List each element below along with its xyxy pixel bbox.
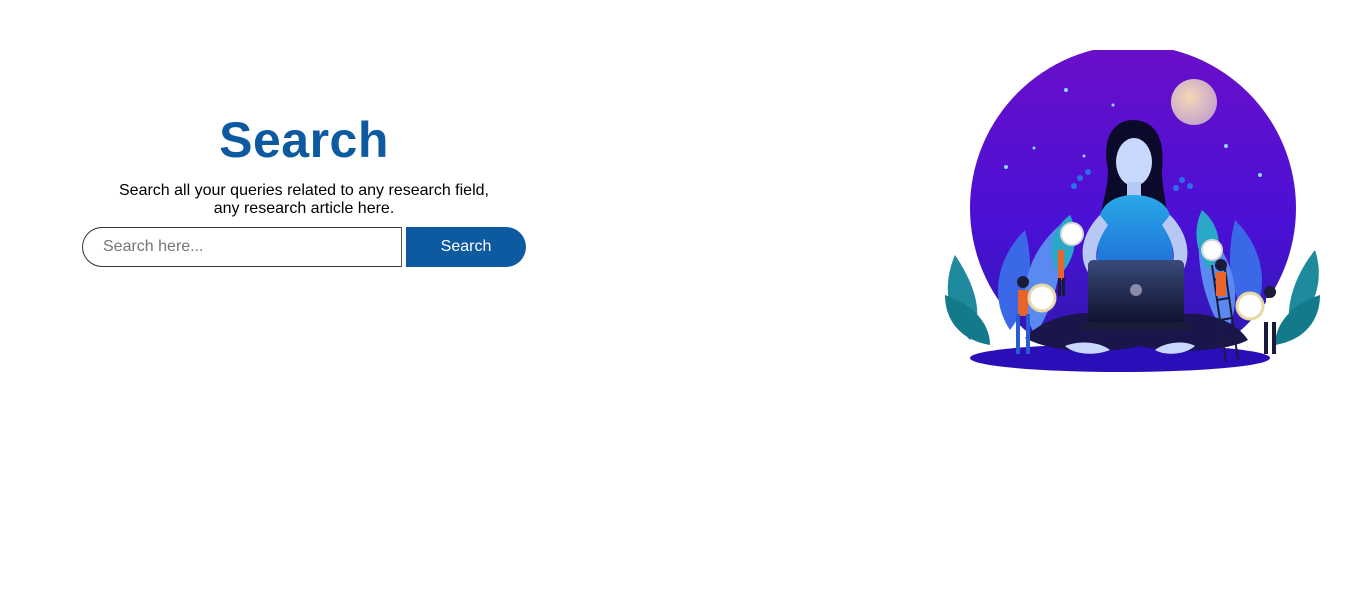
woman-face [1116,138,1152,186]
page-title: Search [219,112,389,168]
search-input[interactable] [82,227,402,267]
research-illustration [945,50,1320,372]
page: Search Search all your queries related t… [0,0,1348,616]
search-section: Search Search all your queries related t… [82,108,526,267]
woman-torso [1096,195,1174,270]
search-button[interactable]: Search [406,227,526,267]
moon-icon [1171,79,1217,125]
page-subtitle: Search all your queries related to any r… [119,182,489,217]
search-form: Search [82,227,526,267]
